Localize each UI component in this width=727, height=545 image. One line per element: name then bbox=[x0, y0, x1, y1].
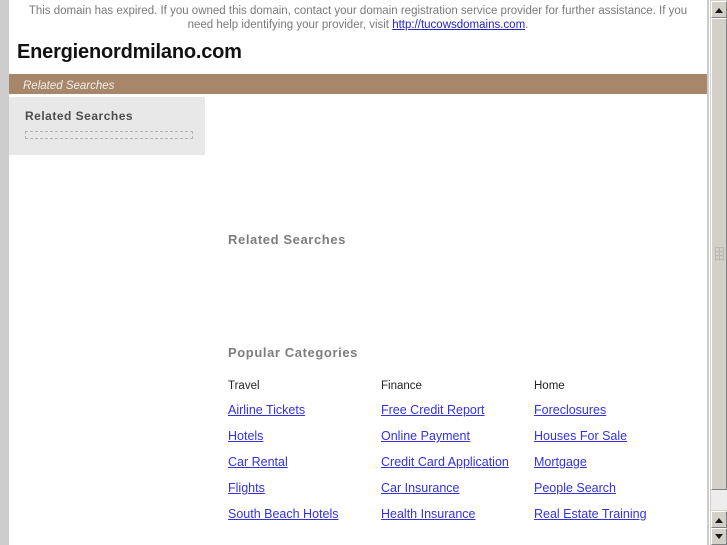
category-link[interactable]: Foreclosures bbox=[534, 403, 687, 417]
browser-viewport: This domain has expired. If you owned th… bbox=[0, 0, 727, 545]
sidebar: Related Searches bbox=[9, 97, 205, 155]
scroll-up-button[interactable] bbox=[711, 1, 727, 18]
tucows-domains-link[interactable]: http://tucowsdomains.com bbox=[392, 19, 525, 31]
scroll-down-button[interactable] bbox=[711, 528, 727, 545]
chevron-down-icon bbox=[715, 533, 723, 539]
scroll-down-button-upper[interactable] bbox=[711, 511, 727, 528]
category-link[interactable]: Houses For Sale bbox=[534, 429, 687, 443]
popular-categories-heading: Popular Categories bbox=[228, 345, 358, 360]
category-link[interactable]: Online Payment bbox=[381, 429, 534, 443]
chevron-up-icon bbox=[715, 517, 723, 523]
category-link[interactable]: Free Credit Report bbox=[381, 403, 534, 417]
scrollbar-thumb[interactable] bbox=[711, 18, 727, 490]
category-link[interactable]: Health Insurance bbox=[381, 507, 534, 521]
category-link[interactable]: People Search bbox=[534, 481, 687, 495]
main-content: Related Searches Popular Categories Trav… bbox=[205, 94, 707, 545]
related-searches-heading: Related Searches bbox=[228, 232, 346, 247]
category-link[interactable]: Real Estate Training bbox=[534, 507, 687, 521]
title-bar: Energienordmilano.com bbox=[9, 35, 707, 72]
domain-expiry-notice: This domain has expired. If you owned th… bbox=[9, 0, 707, 35]
category-link[interactable]: Credit Card Application bbox=[381, 455, 534, 469]
category-columns: Travel Airline Tickets Hotels Car Rental… bbox=[228, 380, 698, 533]
category-link[interactable]: Car Insurance bbox=[381, 481, 534, 495]
sidebar-ad-placeholder bbox=[25, 131, 193, 139]
vertical-scrollbar[interactable] bbox=[709, 0, 727, 545]
notice-text-before: This domain has expired. If you owned th… bbox=[28, 5, 688, 31]
category-link[interactable]: Hotels bbox=[228, 429, 381, 443]
body-area: Related Searches Related Searches Popula… bbox=[9, 94, 707, 545]
page-title: Energienordmilano.com bbox=[17, 41, 242, 63]
category-link[interactable]: Car Rental bbox=[228, 455, 381, 469]
category-link[interactable]: Airline Tickets bbox=[228, 403, 381, 417]
category-column-finance: Finance Free Credit Report Online Paymen… bbox=[381, 380, 534, 533]
related-searches-banner: Related Searches bbox=[9, 74, 707, 94]
category-link[interactable]: South Beach Hotels bbox=[228, 507, 381, 521]
category-column-travel: Travel Airline Tickets Hotels Car Rental… bbox=[228, 380, 381, 533]
chevron-up-icon bbox=[715, 7, 723, 13]
category-link[interactable]: Mortgage bbox=[534, 455, 687, 469]
notice-text-after: . bbox=[525, 19, 529, 31]
page-content: This domain has expired. If you owned th… bbox=[9, 0, 707, 545]
sidebar-heading: Related Searches bbox=[25, 109, 134, 123]
category-title: Finance bbox=[381, 380, 422, 392]
category-column-home: Home Foreclosures Houses For Sale Mortga… bbox=[534, 380, 687, 533]
scrollbar-grip-icon bbox=[715, 247, 724, 261]
category-link[interactable]: Flights bbox=[228, 481, 381, 495]
category-title: Travel bbox=[228, 380, 260, 392]
category-title: Home bbox=[534, 380, 565, 392]
banner-label: Related Searches bbox=[23, 80, 115, 92]
